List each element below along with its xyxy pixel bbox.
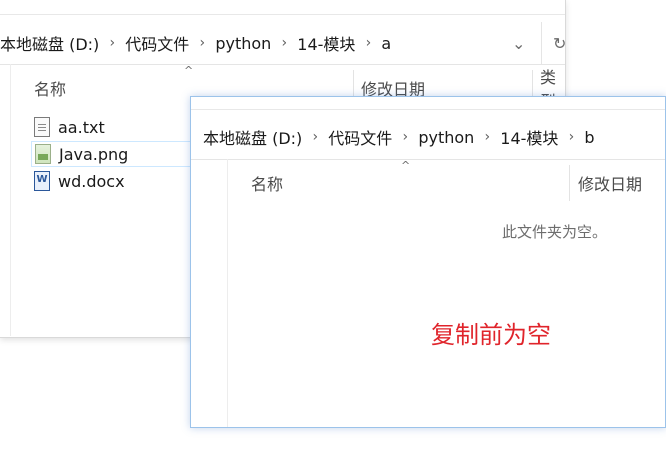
column-header-date[interactable]: 修改日期 — [578, 165, 642, 201]
explorer-window-b: 本地磁盘 (D:) › 代码文件 › python › 14-模块 › b ^ … — [190, 96, 666, 428]
window-a-title-strip — [0, 0, 565, 15]
window-b-address-bar[interactable]: 本地磁盘 (D:) › 代码文件 › python › 14-模块 › b — [191, 115, 665, 160]
breadcrumb-python[interactable]: python — [215, 34, 271, 53]
file-name: wd.docx — [58, 171, 125, 191]
sort-ascending-icon: ^ — [401, 159, 411, 172]
breadcrumb-separator[interactable]: › — [474, 129, 500, 145]
file-name: aa.txt — [58, 117, 105, 137]
column-header-name[interactable]: 名称 — [251, 165, 283, 201]
file-name: Java.png — [59, 144, 129, 164]
breadcrumb-separator[interactable]: › — [392, 129, 418, 145]
chevron-down-icon[interactable]: ⌄ — [512, 22, 525, 64]
sort-ascending-icon: ^ — [184, 64, 194, 77]
breadcrumb-separator[interactable]: › — [99, 35, 125, 51]
breadcrumb-folder-a[interactable]: a — [381, 34, 391, 53]
breadcrumb-separator[interactable]: › — [558, 129, 584, 145]
breadcrumb-separator[interactable]: › — [189, 35, 215, 51]
breadcrumb-code-files[interactable]: 代码文件 — [328, 125, 392, 149]
breadcrumb-folder-b[interactable]: b — [584, 128, 594, 147]
breadcrumb-code-files[interactable]: 代码文件 — [125, 31, 189, 55]
column-divider[interactable] — [569, 165, 570, 201]
breadcrumb-drive[interactable]: 本地磁盘 (D:) — [203, 125, 302, 149]
breadcrumb-module[interactable]: 14-模块 — [297, 31, 355, 55]
breadcrumb-module[interactable]: 14-模块 — [500, 125, 558, 149]
window-b-title-strip — [191, 97, 665, 110]
window-a-address-bar[interactable]: 本地磁盘 (D:) › 代码文件 › python › 14-模块 › a — [0, 22, 565, 65]
navigation-pane — [0, 64, 11, 336]
breadcrumb-separator[interactable]: › — [355, 35, 381, 51]
column-header-name[interactable]: 名称 — [34, 70, 66, 106]
image-file-icon — [35, 144, 51, 164]
navigation-pane — [191, 159, 228, 427]
refresh-icon[interactable]: ↻ — [553, 22, 566, 64]
text-file-icon — [34, 117, 50, 137]
file-row-java-png[interactable]: Java.png — [31, 141, 201, 167]
empty-folder-message: 此文件夹为空。 — [502, 223, 608, 241]
address-divider — [541, 22, 542, 64]
breadcrumb-separator[interactable]: › — [271, 35, 297, 51]
breadcrumb-python[interactable]: python — [418, 128, 474, 147]
word-file-icon — [34, 171, 50, 191]
breadcrumb-drive[interactable]: 本地磁盘 (D:) — [0, 31, 99, 55]
annotation-label: 复制前为空 — [431, 321, 551, 349]
breadcrumb-separator[interactable]: › — [302, 129, 328, 145]
